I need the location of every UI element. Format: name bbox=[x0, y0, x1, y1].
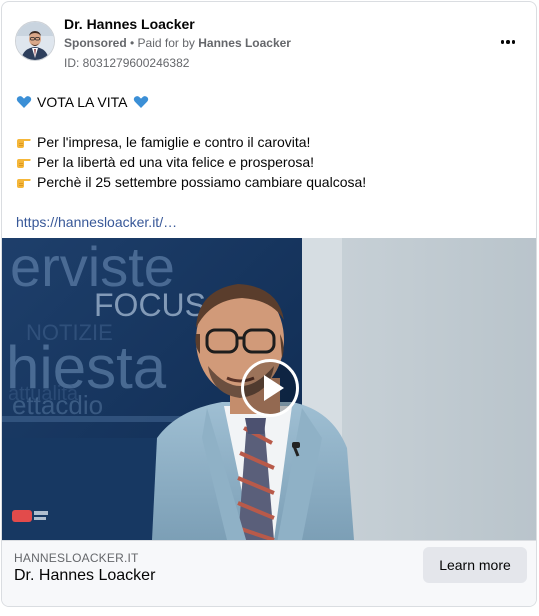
pointing-right-icon bbox=[17, 139, 31, 148]
headline-line: VOTA LA VITA bbox=[16, 92, 522, 112]
page-avatar[interactable] bbox=[15, 21, 55, 61]
bullet-line: Perchè il 25 settembre possiamo cambiare… bbox=[16, 172, 522, 192]
link-line: https://hannesloacker.it/… bbox=[16, 212, 522, 232]
blue-heart-icon bbox=[16, 96, 32, 108]
footer-title: Dr. Hannes Loacker bbox=[14, 567, 156, 584]
blue-heart-icon bbox=[133, 96, 148, 108]
pointing-right-icon bbox=[17, 159, 31, 168]
headline-text: VOTA LA VITA bbox=[37, 94, 128, 110]
bullet-text: Perchè il 25 settembre possiamo cambiare… bbox=[37, 174, 367, 190]
more-options-icon[interactable] bbox=[496, 30, 520, 54]
post-body: VOTA LA VITA Per l'impresa, le famiglie … bbox=[16, 92, 522, 232]
post-link[interactable]: https://hannesloacker.it/… bbox=[16, 212, 177, 232]
sponsored-label: Sponsored bbox=[64, 36, 127, 50]
sponsored-line: Sponsored • Paid for by Hannes Loacker bbox=[64, 36, 291, 50]
ad-card: Dr. Hannes Loacker Sponsored • Paid for … bbox=[1, 1, 537, 607]
link-preview-footer[interactable]: HANNESLOACKER.IT Dr. Hannes Loacker Lear… bbox=[2, 540, 536, 606]
footer-domain: HANNESLOACKER.IT bbox=[14, 551, 139, 565]
ad-id: ID: 8031279600246382 bbox=[64, 56, 190, 70]
page-name[interactable]: Dr. Hannes Loacker bbox=[64, 16, 195, 32]
play-icon[interactable] bbox=[241, 359, 299, 417]
video-player[interactable]: erviste FOCUS NOTIZIE hiesta attualità e… bbox=[2, 238, 536, 540]
bullet-text: Per l'impresa, le famiglie e contro il c… bbox=[37, 134, 311, 150]
payer-name[interactable]: Hannes Loacker bbox=[198, 36, 291, 50]
bullet-line: Per la libertà ed una vita felice e pros… bbox=[16, 152, 522, 172]
bullet-line: Per l'impresa, le famiglie e contro il c… bbox=[16, 132, 522, 152]
learn-more-button[interactable]: Learn more bbox=[423, 547, 527, 583]
avatar-portrait bbox=[16, 22, 54, 60]
pointing-right-icon bbox=[17, 179, 31, 188]
backdrop-word: FOCUS bbox=[94, 287, 206, 323]
paid-for-label: • Paid for by bbox=[130, 36, 195, 50]
backdrop-word: ettacdio bbox=[12, 390, 103, 420]
bullet-text: Per la libertà ed una vita felice e pros… bbox=[37, 154, 315, 170]
